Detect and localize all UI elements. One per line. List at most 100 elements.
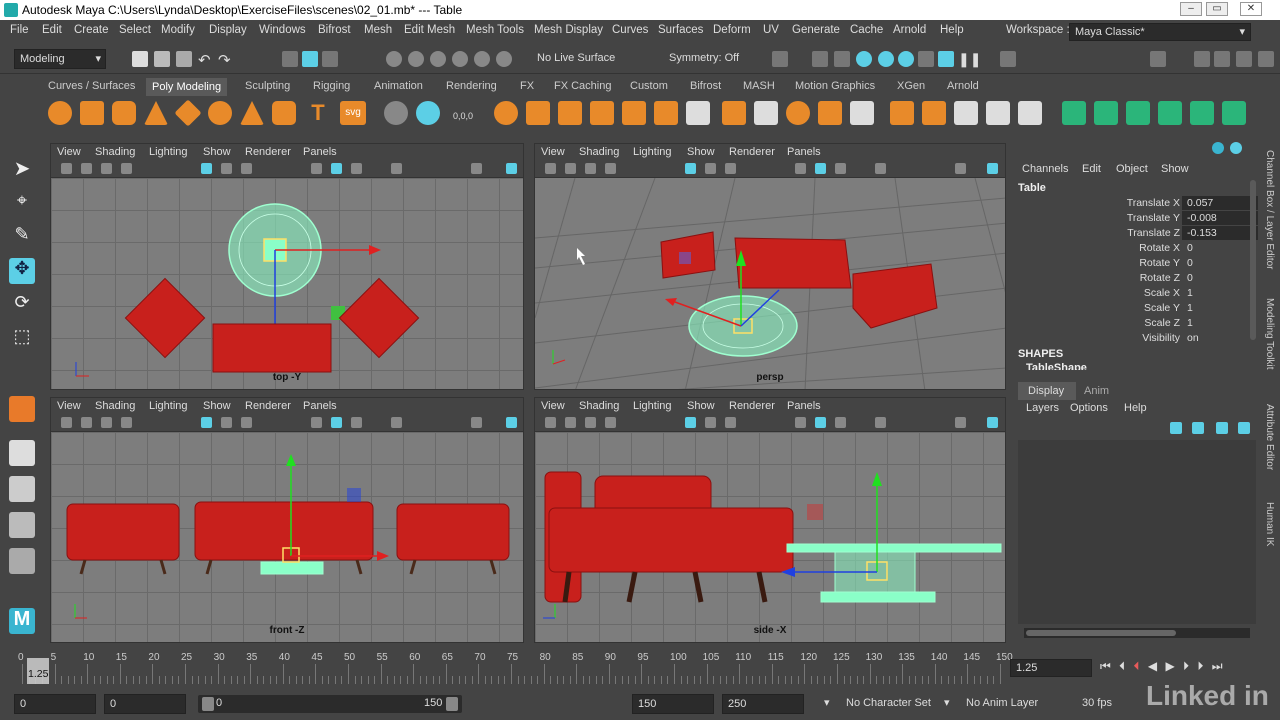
time-slider[interactable]: 0 5 10 15 20 25 30 35 40 45 50 55 60 65 70 75 80 85 90 95 10…	[0, 650, 1280, 686]
tool-settings-icon[interactable]	[1214, 51, 1230, 67]
sofa-front[interactable]	[194, 501, 374, 561]
shelf-tab-motion-graphics[interactable]: Motion Graphics	[795, 80, 875, 92]
vp-menu-shading[interactable]: Shading	[95, 146, 135, 158]
shadows-icon[interactable]	[875, 163, 886, 174]
lasso-tool-icon[interactable]: ⌖	[9, 190, 35, 216]
shelf-tab-mash[interactable]: MASH	[743, 80, 775, 92]
resolution-gate-icon[interactable]	[241, 163, 252, 174]
camera-attr-icon[interactable]	[81, 163, 92, 174]
camera-icon[interactable]	[61, 163, 72, 174]
vp-menu-view[interactable]: View	[541, 146, 565, 158]
mode-dropdown[interactable]: Modeling ▾	[14, 49, 106, 69]
move-tool-icon[interactable]: ✥	[9, 258, 35, 284]
shelf-tab-bifrost[interactable]: Bifrost	[690, 80, 721, 92]
layer-hscroll-thumb[interactable]	[1026, 630, 1176, 636]
new-layer-selected-icon[interactable]	[1238, 422, 1250, 434]
tab-display[interactable]: Display	[1018, 382, 1076, 400]
range-slider[interactable]: 0 150	[198, 695, 462, 713]
side-tab-channel-box[interactable]: Channel Box / Layer Editor	[1264, 150, 1275, 270]
isolate-icon[interactable]	[471, 417, 482, 428]
undo-icon[interactable]: ↶	[198, 51, 214, 69]
grid-icon[interactable]	[685, 163, 696, 174]
menu-uv[interactable]: UV	[763, 24, 779, 36]
ipr-render-icon[interactable]	[856, 51, 872, 67]
vp-menu-renderer[interactable]: Renderer	[245, 400, 291, 412]
shelf-tab-sculpting[interactable]: Sculpting	[245, 80, 290, 92]
cb-menu-edit[interactable]: Edit	[1082, 163, 1101, 175]
layer-move-up-icon[interactable]	[1170, 422, 1182, 434]
range-start-handle[interactable]	[202, 697, 214, 711]
cb-menu-object[interactable]: Object	[1116, 163, 1148, 175]
table-persp[interactable]	[688, 295, 798, 357]
multi-cut-icon[interactable]	[754, 101, 778, 125]
menu-modify[interactable]: Modify	[161, 24, 195, 36]
snap-surface-icon[interactable]	[474, 51, 490, 67]
paint-select-icon[interactable]: ✎	[9, 224, 35, 250]
layer-menu-help[interactable]: Help	[1124, 402, 1147, 414]
xray-icon[interactable]	[987, 417, 998, 428]
side-tab-modeling-toolkit[interactable]: Modeling Toolkit	[1264, 298, 1275, 370]
snap-view-icon[interactable]	[452, 51, 468, 67]
mash-offset-icon[interactable]	[1222, 101, 1246, 125]
textured-icon[interactable]	[351, 163, 362, 174]
camera-icon[interactable]	[545, 417, 556, 428]
cb-menu-show[interactable]: Show	[1161, 163, 1189, 175]
side-tab-attribute-editor[interactable]: Attribute Editor	[1264, 404, 1275, 470]
layout-icon[interactable]	[1258, 51, 1274, 67]
menu-help[interactable]: Help	[940, 24, 964, 36]
image-plane-icon[interactable]	[121, 163, 132, 174]
step-back-key-icon[interactable]: ⏴	[1119, 659, 1125, 673]
two-pane-layout-icon[interactable]	[9, 512, 35, 538]
menu-display[interactable]: Display	[209, 24, 247, 36]
poly-cube-icon[interactable]	[80, 101, 104, 125]
menu-mesh[interactable]: Mesh	[364, 24, 392, 36]
four-pane-layout-icon[interactable]	[9, 476, 35, 502]
combine-icon[interactable]	[384, 101, 408, 125]
menu-mesh-display[interactable]: Mesh Display	[534, 24, 603, 36]
sculpt-icon[interactable]	[1018, 101, 1042, 125]
select-object-icon[interactable]	[302, 51, 318, 67]
mirror-icon[interactable]	[622, 101, 646, 125]
center-pivot-icon[interactable]: 0,0,0	[448, 101, 478, 125]
resolution-gate-icon[interactable]	[241, 417, 252, 428]
current-frame-field[interactable]: 1.25	[1010, 659, 1092, 677]
viewport-front[interactable]: View Shading Lighting Show Renderer Pane…	[50, 397, 524, 643]
resolution-gate-icon[interactable]	[725, 417, 736, 428]
chair-left-front[interactable]	[66, 503, 180, 561]
tab-anim[interactable]: Anim	[1084, 385, 1109, 397]
mash-distribute-icon[interactable]	[1094, 101, 1118, 125]
camera-attr-icon[interactable]	[565, 417, 576, 428]
cb-row-rotate-z[interactable]: Rotate Z0	[1012, 271, 1258, 286]
hypershade-icon[interactable]	[898, 51, 914, 67]
vp-menu-renderer[interactable]: Renderer	[245, 146, 291, 158]
wireframe-icon[interactable]	[311, 417, 322, 428]
chevron-down-icon[interactable]: ▾	[944, 696, 950, 709]
film-gate-icon[interactable]	[705, 417, 716, 428]
isolate-icon[interactable]	[955, 163, 966, 174]
grid-icon[interactable]	[201, 417, 212, 428]
modeling-toolkit-icon[interactable]	[1150, 51, 1166, 67]
chair-right-front[interactable]	[396, 503, 510, 561]
layer-move-down-icon[interactable]	[1192, 422, 1204, 434]
unfold-icon[interactable]	[922, 101, 946, 125]
menu-surfaces[interactable]: Surfaces	[658, 24, 703, 36]
menu-bifrost[interactable]: Bifrost	[318, 24, 351, 36]
cb-menu-channels[interactable]: Channels	[1022, 163, 1068, 175]
poly-torus-icon[interactable]	[208, 101, 232, 125]
menu-create[interactable]: Create	[74, 24, 109, 36]
isolate-icon[interactable]	[955, 417, 966, 428]
vp-menu-view[interactable]: View	[57, 146, 81, 158]
slide-edge-icon[interactable]	[850, 101, 874, 125]
vp-menu-renderer[interactable]: Renderer	[729, 146, 775, 158]
poly-cylinder-icon[interactable]	[112, 101, 136, 125]
isolate-icon[interactable]	[471, 163, 482, 174]
table-front[interactable]	[260, 561, 324, 575]
history-icon[interactable]	[772, 51, 788, 67]
layer-hscrollbar[interactable]	[1024, 628, 1250, 638]
shelf-tab-xgen[interactable]: XGen	[897, 80, 925, 92]
mash-repro-icon[interactable]	[1126, 101, 1150, 125]
shelf-tab-rigging[interactable]: Rigging	[313, 80, 350, 92]
menu-windows[interactable]: Windows	[259, 24, 306, 36]
select-component-icon[interactable]	[322, 51, 338, 67]
bookmark-icon[interactable]	[585, 417, 596, 428]
